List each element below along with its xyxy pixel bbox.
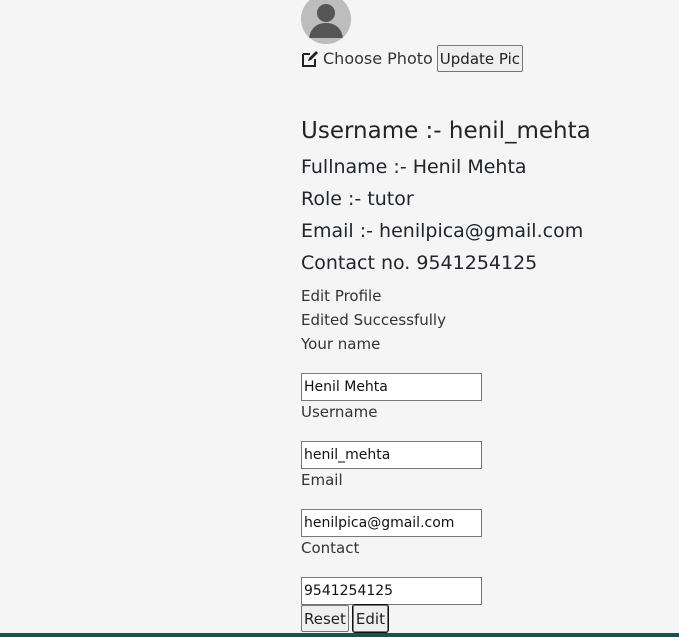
name-field[interactable] <box>301 373 482 401</box>
update-pic-button[interactable]: Update Pic <box>436 45 524 72</box>
contact-label: Contact <box>301 539 360 557</box>
reset-button[interactable]: Reset <box>301 605 349 632</box>
name-label: Your name <box>301 335 381 353</box>
photo-upload-row: Choose Photo Update Pic <box>301 45 524 72</box>
profile-page: Choose Photo Update Pic Username :- heni… <box>0 0 679 637</box>
footer-bar <box>0 633 679 637</box>
edit-button[interactable]: Edit <box>351 604 389 633</box>
contact-field[interactable] <box>301 577 482 605</box>
profile-username: Username :- henil_mehta <box>301 118 591 144</box>
avatar-icon <box>301 0 351 44</box>
pencil-square-icon[interactable] <box>301 50 319 68</box>
edit-status-message: Edited Successfully <box>301 311 446 329</box>
edit-profile-heading: Edit Profile <box>301 287 382 305</box>
profile-role: Role :- tutor <box>301 188 414 210</box>
username-label: Username <box>301 403 378 421</box>
form-button-row: Reset Edit <box>301 604 389 633</box>
profile-contact: Contact no. 9541254125 <box>301 252 538 274</box>
profile-email: Email :- henilpica@gmail.com <box>301 220 584 242</box>
email-field[interactable] <box>301 509 482 537</box>
username-field[interactable] <box>301 441 482 469</box>
choose-photo-link[interactable]: Choose Photo <box>323 49 433 68</box>
email-label: Email <box>301 471 343 489</box>
profile-fullname: Fullname :- Henil Mehta <box>301 156 527 178</box>
